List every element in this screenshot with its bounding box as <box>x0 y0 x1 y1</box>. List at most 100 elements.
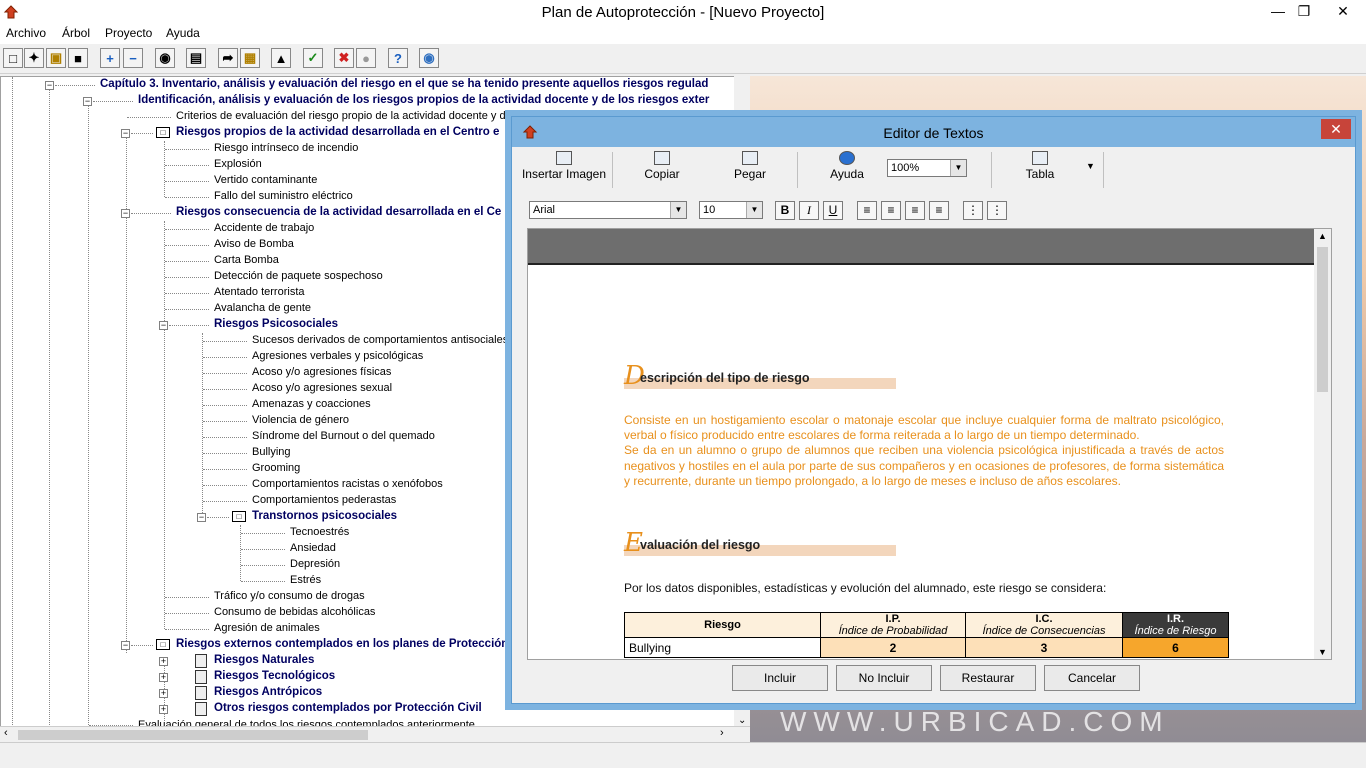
restore-button[interactable]: Restaurar <box>940 665 1036 691</box>
collapse-toggle[interactable]: − <box>197 513 206 522</box>
copy-button[interactable]: Copiar <box>627 151 697 189</box>
menu-ayuda[interactable]: Ayuda <box>166 26 200 40</box>
collapse-all-icon[interactable]: − <box>123 48 143 68</box>
tree-item-accidente[interactable]: Accidente de trabajo <box>214 221 314 236</box>
scroll-right-icon[interactable]: › <box>720 727 724 739</box>
tree-item-acoso-fisico[interactable]: Acoso y/o agresiones físicas <box>252 365 391 380</box>
menu-archivo[interactable]: Archivo <box>6 26 46 40</box>
document-vertical-scrollbar[interactable]: ▲ ▼ <box>1314 229 1331 659</box>
tree-item-animales[interactable]: Agresión de animales <box>214 621 320 636</box>
minimize-icon[interactable]: — <box>1266 0 1290 22</box>
collapse-toggle[interactable]: − <box>159 321 168 330</box>
expand-all-icon[interactable]: + <box>100 48 120 68</box>
tree-horizontal-scrollbar[interactable]: ‹ › <box>0 726 750 742</box>
document-editor-area[interactable]: ▲ ▼ D escripción del tipo de riesgo Cons… <box>527 228 1332 660</box>
tree-item-antropicos[interactable]: Riesgos Antrópicos <box>214 685 322 700</box>
tree-item-ansiedad[interactable]: Ansiedad <box>290 541 336 556</box>
collapse-toggle[interactable]: − <box>83 97 92 106</box>
tree-item-depresion[interactable]: Depresión <box>290 557 340 572</box>
tree-item-avalancha[interactable]: Avalancha de gente <box>214 301 311 316</box>
bold-button[interactable]: B <box>775 201 795 220</box>
expand-toggle[interactable]: + <box>159 673 168 682</box>
collapse-toggle[interactable]: − <box>121 641 130 650</box>
disabled-icon[interactable]: ● <box>356 48 376 68</box>
scroll-left-icon[interactable]: ‹ <box>4 727 8 739</box>
bullet-list-icon[interactable]: ⋮ <box>987 201 1007 220</box>
collapse-toggle[interactable]: − <box>121 129 130 138</box>
tree-item-alcohol[interactable]: Consumo de bebidas alcohólicas <box>214 605 375 620</box>
tree-item-incendio[interactable]: Riesgo intrínseco de incendio <box>214 141 358 156</box>
tree-item-capitulo-3[interactable]: Capítulo 3. Inventario, análisis y evalu… <box>100 77 708 92</box>
collapse-toggle[interactable]: − <box>121 209 130 218</box>
close-icon[interactable]: ✕ <box>1320 0 1366 22</box>
zoom-select[interactable]: 100% ▼ <box>887 159 967 177</box>
tree-item-amenazas[interactable]: Amenazas y coacciones <box>252 397 371 412</box>
tree-item-agresiones-verbales[interactable]: Agresiones verbales y psicológicas <box>252 349 423 364</box>
menu-proyecto[interactable]: Proyecto <box>105 26 152 40</box>
tree-item-carta-bomba[interactable]: Carta Bomba <box>214 253 279 268</box>
tree-item-drogas[interactable]: Tráfico y/o consumo de drogas <box>214 589 365 604</box>
paste-button[interactable]: Pegar <box>715 151 785 189</box>
tree-item-fallo-electrico[interactable]: Fallo del suministro eléctrico <box>214 189 353 204</box>
expand-toggle[interactable]: + <box>159 689 168 698</box>
scroll-down-icon[interactable]: ⌄ <box>738 715 746 726</box>
tree-item-burnout[interactable]: Síndrome del Burnout o del quemado <box>252 429 435 444</box>
print-preview-icon[interactable]: ▤ <box>186 48 206 68</box>
binoculars-icon[interactable]: ◉ <box>155 48 175 68</box>
new-document-icon[interactable]: □ <box>3 48 23 68</box>
numbered-list-icon[interactable]: ⋮ <box>963 201 983 220</box>
tree-item-antisociales[interactable]: Sucesos derivados de comportamientos ant… <box>252 333 523 348</box>
tree-item-naturales[interactable]: Riesgos Naturales <box>214 653 314 668</box>
italic-button[interactable]: I <box>799 201 819 220</box>
expand-toggle[interactable]: + <box>159 657 168 666</box>
cancel-button[interactable]: Cancelar <box>1044 665 1140 691</box>
save-icon[interactable]: ■ <box>68 48 88 68</box>
info-icon[interactable]: ◉ <box>419 48 439 68</box>
tree-item-racistas[interactable]: Comportamientos racistas o xenófobos <box>252 477 443 492</box>
maximize-icon[interactable]: ❐ <box>1292 0 1316 22</box>
align-center-icon[interactable]: ≡ <box>905 201 925 220</box>
note-icon[interactable]: ▦ <box>240 48 260 68</box>
tree-item-psicosociales[interactable]: Riesgos Psicosociales <box>214 317 338 332</box>
scroll-up-icon[interactable]: ▲ <box>1318 231 1327 241</box>
menu-arbol[interactable]: Árbol <box>62 26 90 40</box>
tree-item-grooming[interactable]: Grooming <box>252 461 300 476</box>
scroll-thumb[interactable] <box>18 730 368 740</box>
underline-button[interactable]: U <box>823 201 843 220</box>
tree-item-tecnoestres[interactable]: Tecnoestrés <box>290 525 349 540</box>
stop-icon[interactable]: ✖ <box>334 48 354 68</box>
tree-item-riesgos-consecuencia[interactable]: Riesgos consecuencia de la actividad des… <box>176 205 501 220</box>
tree-item-acoso-sexual[interactable]: Acoso y/o agresiones sexual <box>252 381 392 396</box>
tree-item-tecnologicos[interactable]: Riesgos Tecnológicos <box>214 669 335 684</box>
tree-item-transtornos[interactable]: Transtornos psicosociales <box>252 509 397 524</box>
scroll-down-icon[interactable]: ▼ <box>1318 647 1327 657</box>
tree-item-riesgos-externos[interactable]: Riesgos externos contemplados en los pla… <box>176 637 508 652</box>
collapse-toggle[interactable]: − <box>45 81 54 90</box>
tree-item-explosion[interactable]: Explosión <box>214 157 262 172</box>
include-button[interactable]: Incluir <box>732 665 828 691</box>
insert-image-button[interactable]: Insertar Imagen <box>520 151 608 189</box>
open-folder-icon[interactable]: ▣ <box>46 48 66 68</box>
not-include-button[interactable]: No Incluir <box>836 665 932 691</box>
help-button[interactable]: Ayuda <box>812 151 882 189</box>
align-right-icon[interactable]: ≡ <box>881 201 901 220</box>
font-size-select[interactable]: 10 ▼ <box>699 201 763 219</box>
tree-item-identificacion[interactable]: Identificación, análisis y evaluación de… <box>138 93 709 108</box>
tree-item-bullying[interactable]: Bullying <box>252 445 291 460</box>
table-dropdown-icon[interactable]: ▼ <box>1086 161 1095 171</box>
tree-item-riesgos-propios[interactable]: Riesgos propios de la actividad desarrol… <box>176 125 499 140</box>
editor-close-icon[interactable]: ✕ <box>1321 119 1351 139</box>
tree-item-vertido[interactable]: Vertido contaminante <box>214 173 317 188</box>
tree-item-paquete[interactable]: Detección de paquete sospechoso <box>214 269 383 284</box>
tree-item-violencia-genero[interactable]: Violencia de género <box>252 413 349 428</box>
export-icon[interactable]: ➦ <box>218 48 238 68</box>
tree-item-aviso-bomba[interactable]: Aviso de Bomba <box>214 237 294 252</box>
align-left-icon[interactable]: ≡ <box>857 201 877 220</box>
table-button[interactable]: Tabla <box>1005 151 1075 189</box>
align-justify-icon[interactable]: ≡ <box>929 201 949 220</box>
check-icon[interactable]: ✓ <box>303 48 323 68</box>
tree-structure-icon[interactable]: ▲ <box>271 48 291 68</box>
tree-item-atentado[interactable]: Atentado terrorista <box>214 285 305 300</box>
expand-toggle[interactable]: + <box>159 705 168 714</box>
help-icon[interactable]: ? <box>388 48 408 68</box>
